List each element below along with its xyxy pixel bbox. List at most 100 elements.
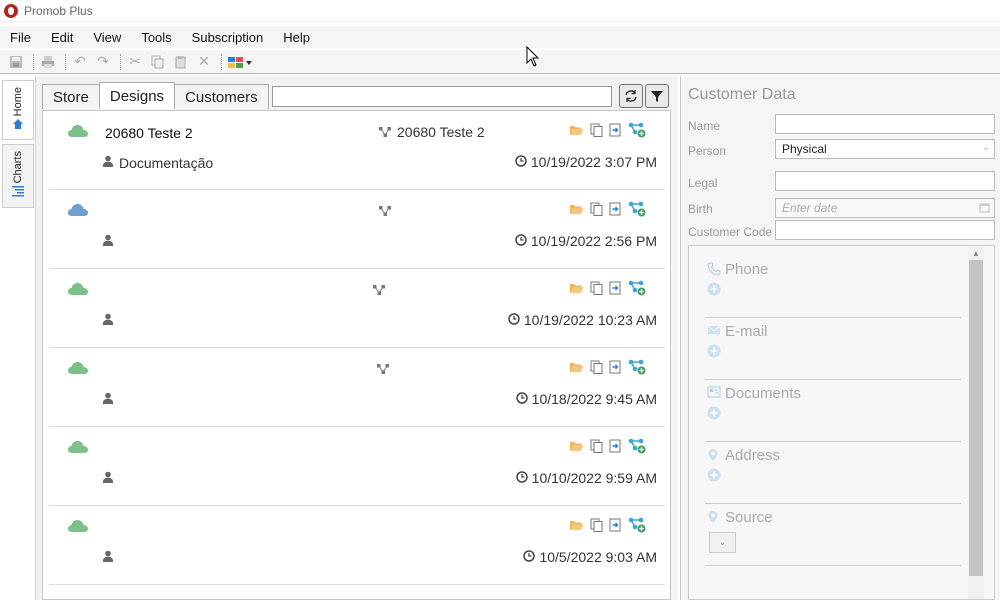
legal-field[interactable] — [775, 171, 995, 191]
share-network-icon[interactable] — [628, 201, 646, 220]
duplicate-icon[interactable] — [590, 202, 603, 219]
clock-icon — [515, 233, 527, 249]
menu-tools[interactable]: Tools — [131, 30, 181, 45]
side-tab-home[interactable]: Home — [2, 80, 34, 140]
tab-store[interactable]: Store — [42, 84, 100, 109]
add-email-icon[interactable] — [707, 344, 721, 361]
export-icon[interactable] — [609, 123, 622, 140]
user-icon — [102, 313, 114, 328]
name-field[interactable] — [775, 114, 995, 134]
open-folder-icon[interactable] — [569, 282, 584, 297]
design-date: 10/19/2022 3:07 PM — [515, 154, 657, 170]
toolbar-separator — [221, 53, 222, 70]
color-palette-icon[interactable] — [226, 52, 254, 72]
share-network-icon[interactable] — [628, 517, 646, 536]
charts-icon — [11, 185, 25, 200]
add-document-icon[interactable] — [707, 406, 721, 423]
design-date-text: 10/19/2022 2:56 PM — [530, 233, 657, 249]
project-branch-icon — [379, 204, 391, 219]
duplicate-icon[interactable] — [590, 518, 603, 535]
save-icon[interactable] — [6, 52, 26, 72]
paste-icon[interactable] — [171, 52, 191, 72]
add-phone-icon[interactable] — [707, 282, 721, 299]
menu-edit[interactable]: Edit — [41, 30, 83, 45]
menu-help[interactable]: Help — [273, 30, 320, 45]
project-branch-icon — [379, 125, 391, 140]
share-network-icon[interactable] — [628, 280, 646, 299]
source-select[interactable]: ⌄ — [709, 532, 736, 553]
add-address-icon[interactable] — [707, 468, 721, 485]
toolbar-separator — [33, 53, 34, 70]
print-icon[interactable] — [38, 52, 58, 72]
user-icon — [102, 550, 114, 565]
phone-section: Phone — [705, 256, 961, 318]
documents-label: Documents — [725, 385, 801, 402]
open-folder-icon[interactable] — [569, 440, 584, 455]
open-folder-icon[interactable] — [569, 519, 584, 534]
duplicate-icon[interactable] — [590, 281, 603, 298]
share-network-icon[interactable] — [628, 122, 646, 141]
tab-designs[interactable]: Designs — [98, 82, 176, 109]
design-row[interactable]: 10/10/2022 9:59 AM — [49, 427, 665, 506]
copy-icon[interactable] — [148, 52, 168, 72]
location-pin-icon — [707, 448, 719, 465]
open-folder-icon[interactable] — [569, 361, 584, 376]
customer-code-field[interactable] — [775, 220, 995, 240]
source-section: Source ⌄ — [705, 504, 961, 566]
search-input[interactable] — [272, 86, 612, 107]
undo-icon[interactable]: ↶ — [70, 52, 90, 72]
scrollbar-thumb[interactable] — [969, 260, 983, 576]
design-row[interactable]: 20680 Teste 2 Documentação 20680 Teste 2 — [49, 111, 665, 190]
menu-view[interactable]: View — [83, 30, 131, 45]
menu-subscription[interactable]: Subscription — [182, 30, 274, 45]
filter-button[interactable] — [645, 84, 669, 108]
open-folder-icon[interactable] — [569, 203, 584, 218]
project-branch-icon — [373, 283, 385, 298]
design-row[interactable]: 10/18/2022 9:45 AM — [49, 348, 665, 427]
person-select-value: Physical — [782, 142, 827, 156]
scroll-up-icon[interactable]: ▲ — [968, 246, 984, 260]
designs-panel: Store Designs Customers 20680 Teste 2 Do… — [36, 76, 678, 600]
mouse-cursor-icon — [526, 46, 540, 67]
design-row[interactable]: 10/5/2022 9:03 AM — [49, 506, 665, 585]
design-date: 10/10/2022 9:59 AM — [515, 470, 657, 486]
duplicate-icon[interactable] — [590, 360, 603, 377]
row-actions — [569, 517, 652, 536]
export-icon[interactable] — [609, 439, 622, 456]
birth-date-field[interactable]: Enter date — [775, 198, 995, 218]
design-row[interactable]: 10/19/2022 10:23 AM — [49, 269, 665, 348]
menu-file[interactable]: File — [0, 30, 41, 45]
design-name: 20680 Teste 2 — [105, 125, 193, 141]
delete-icon[interactable]: ✕ — [194, 52, 214, 72]
cut-icon[interactable]: ✂ — [125, 52, 145, 72]
cloud-icon — [67, 203, 89, 220]
export-icon[interactable] — [609, 518, 622, 535]
design-row[interactable]: 10/19/2022 2:56 PM — [49, 190, 665, 269]
project-branch-icon — [377, 362, 389, 377]
duplicate-icon[interactable] — [590, 123, 603, 140]
menu-bar: File Edit View Tools Subscription Help — [0, 26, 1000, 48]
customer-data-title: Customer Data — [688, 86, 796, 103]
address-section: Address — [705, 442, 961, 504]
duplicate-icon[interactable] — [590, 439, 603, 456]
redo-icon[interactable]: ↷ — [93, 52, 113, 72]
export-icon[interactable] — [609, 360, 622, 377]
share-network-icon[interactable] — [628, 359, 646, 378]
side-tab-charts[interactable]: Charts — [2, 144, 34, 208]
export-icon[interactable] — [609, 281, 622, 298]
contacts-scrollbar[interactable]: ▲ — [968, 246, 984, 599]
name-label: Name — [688, 119, 721, 133]
person-select[interactable]: Physical ⌄ — [775, 139, 995, 159]
refresh-button[interactable] — [619, 84, 643, 108]
design-date: 10/19/2022 2:56 PM — [515, 233, 657, 249]
share-network-icon[interactable] — [628, 438, 646, 457]
designs-list[interactable]: 20680 Teste 2 Documentação 20680 Teste 2 — [42, 110, 671, 600]
clock-icon — [515, 391, 528, 407]
calendar-icon[interactable] — [979, 202, 990, 216]
user-icon — [102, 155, 114, 170]
row-actions — [569, 201, 652, 220]
tab-customers[interactable]: Customers — [174, 84, 269, 109]
export-icon[interactable] — [609, 202, 622, 219]
open-folder-icon[interactable] — [569, 124, 584, 139]
documents-section: Documents — [705, 380, 961, 442]
